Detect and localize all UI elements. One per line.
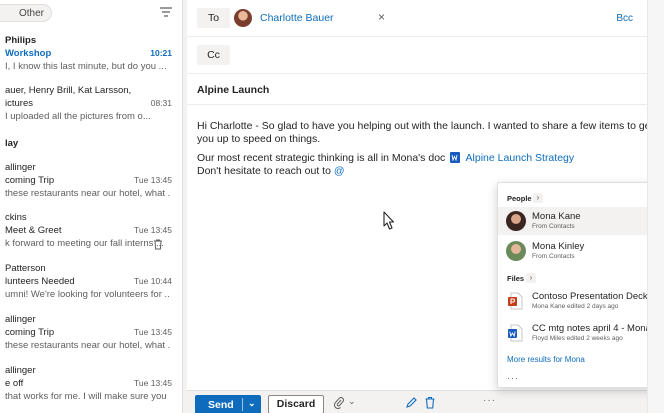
divider	[187, 36, 647, 37]
list-item[interactable]: allinger coming Trip Tue 13:45 these res…	[0, 314, 181, 359]
avatar	[506, 211, 526, 231]
powerpoint-icon	[508, 292, 524, 310]
person-source: From Contacts	[532, 223, 575, 230]
person-suggestion[interactable]: Mona Kane From Contacts ···	[498, 207, 664, 235]
message-list-pane: Other Philips Workshop 10:21 I, I know t…	[0, 0, 181, 413]
file-meta: Mona Kane edited 2 days ago	[532, 303, 619, 310]
message-subject: coming Trip	[5, 175, 55, 186]
message-sender: Philips	[5, 35, 37, 46]
bcc-button[interactable]: Bcc	[616, 13, 633, 24]
avatar	[234, 9, 252, 27]
message-preview: umni! We're looking for volunteers for .…	[5, 289, 170, 300]
person-name: Mona Kinley	[532, 241, 585, 252]
chevron-right-icon[interactable]: ›	[526, 273, 536, 283]
message-subject: coming Trip	[5, 327, 55, 338]
file-suggestion[interactable]: Contoso Presentation Deck Mona Kane edit…	[498, 287, 664, 315]
pen-icon[interactable]	[405, 396, 417, 409]
person-source: From Contacts	[532, 253, 575, 260]
message-time: 10:21	[150, 48, 172, 58]
divider	[187, 73, 647, 74]
more-options-icon[interactable]: ···	[507, 373, 519, 383]
message-time: Tue 10:44	[134, 276, 172, 286]
message-preview: that works for me. I will make sure you …	[5, 391, 170, 402]
message-preview: these restaurants near our hotel, what .…	[5, 340, 170, 351]
message-sender: Patterson	[5, 263, 46, 274]
right-scroll-area[interactable]	[647, 0, 664, 413]
chevron-down-icon[interactable]: ⌄	[348, 396, 360, 409]
message-sender: auer, Henry Brill, Kat Larsson,	[5, 85, 132, 96]
message-subject: lunteers Needed	[5, 276, 75, 287]
list-item[interactable]: allinger coming Trip Tue 13:45 these res…	[0, 162, 181, 207]
remove-recipient-icon[interactable]: ×	[378, 10, 385, 24]
message-sender: allinger	[5, 162, 36, 173]
body-text-line[interactable]: Don't hesitate to reach out to @	[197, 165, 345, 177]
tab-other[interactable]: Other	[0, 4, 52, 22]
send-button[interactable]: Send ⌄	[195, 395, 261, 413]
message-sender: allinger	[5, 314, 36, 325]
word-icon	[450, 152, 461, 163]
cc-button[interactable]: Cc	[197, 45, 230, 65]
recipient-pill[interactable]: Charlotte Bauer ×	[234, 8, 385, 28]
filter-icon[interactable]	[160, 7, 172, 17]
mention-suggestions-popup: People › Mona Kane From Contacts ··· Mon…	[497, 182, 664, 388]
attach-icon[interactable]	[333, 396, 345, 410]
body-text-line[interactable]: Our most recent strategic thinking is al…	[197, 152, 574, 164]
message-preview: I uploaded all the pictures from o...	[5, 111, 151, 122]
tab-other-label: Other	[19, 8, 45, 19]
to-button[interactable]: To	[197, 8, 230, 28]
list-item[interactable]: allinger e off Tue 13:45 that works for …	[0, 365, 181, 410]
message-sender: ckins	[5, 212, 27, 223]
word-icon	[508, 324, 524, 342]
send-split-divider	[242, 398, 243, 411]
divider	[187, 104, 647, 105]
message-sender: allinger	[5, 365, 36, 376]
send-label: Send	[208, 399, 234, 411]
body-text: Don't hesitate to reach out to	[197, 165, 331, 177]
day-header: lay	[5, 138, 19, 149]
mouse-cursor-icon	[379, 211, 397, 235]
list-item[interactable]: auer, Henry Brill, Kat Larsson, ictures …	[0, 85, 181, 130]
list-header: Other	[0, 0, 181, 28]
more-options-icon[interactable]: ···	[483, 395, 496, 406]
people-section-header: People	[507, 194, 532, 203]
compose-pane: To Charlotte Bauer × Bcc Cc Alpine Launc…	[187, 0, 664, 413]
message-preview: these restaurants near our hotel, what .…	[5, 188, 170, 199]
recipient-name: Charlotte Bauer	[260, 12, 334, 24]
file-meta: Floyd Miles edited 2 weeks ago	[532, 335, 623, 342]
list-item[interactable]: Philips Workshop 10:21 I, I know this la…	[0, 35, 181, 80]
avatar	[506, 241, 526, 261]
message-time: Tue 13:45	[134, 225, 172, 235]
file-suggestion[interactable]: CC mtg notes april 4 - Mona Floyd Miles …	[498, 319, 664, 347]
message-subject: Meet & Greet	[5, 225, 62, 236]
mention-trigger[interactable]: @	[334, 165, 345, 177]
discard-button[interactable]: Discard	[268, 395, 324, 413]
message-preview: k forward to meeting our fall interns ..…	[5, 238, 164, 249]
person-name: Mona Kane	[532, 211, 581, 222]
more-results-link[interactable]: More results for Mona	[507, 355, 585, 364]
message-preview: I, I know this last minute, but do you .…	[5, 61, 167, 72]
message-time: Tue 13:45	[134, 175, 172, 185]
message-subject: ictures	[5, 98, 33, 109]
body-text: Our most recent strategic thinking is al…	[197, 152, 446, 164]
chevron-down-icon[interactable]: ⌄	[248, 398, 256, 409]
trash-icon[interactable]	[424, 396, 436, 409]
compose-toolbar: Send ⌄ Discard ⌄ ···	[187, 390, 647, 413]
body-text[interactable]: you up to speed on things.	[197, 133, 320, 145]
message-time: Tue 13:45	[134, 327, 172, 337]
list-item[interactable]: Patterson lunteers Needed Tue 10:44 umni…	[0, 263, 181, 308]
person-suggestion[interactable]: Mona Kinley From Contacts	[498, 237, 664, 265]
message-subject: Workshop	[5, 48, 52, 59]
subject-field[interactable]: Alpine Launch	[197, 84, 269, 96]
files-section-header: Files	[507, 274, 525, 283]
document-link[interactable]: Alpine Launch Strategy	[466, 152, 575, 164]
list-item[interactable]: ckins Meet & Greet Tue 13:45 k forward t…	[0, 212, 181, 257]
message-time: 08:31	[150, 98, 172, 108]
chevron-right-icon[interactable]: ›	[533, 193, 543, 203]
trash-icon[interactable]	[153, 239, 163, 250]
message-subject: e off	[5, 378, 24, 389]
file-name: Contoso Presentation Deck	[532, 291, 648, 302]
body-text[interactable]: Hi Charlotte - So glad to have you helpi…	[197, 120, 653, 132]
message-time: Tue 13:45	[134, 378, 172, 388]
file-name: CC mtg notes april 4 - Mona	[532, 323, 651, 334]
